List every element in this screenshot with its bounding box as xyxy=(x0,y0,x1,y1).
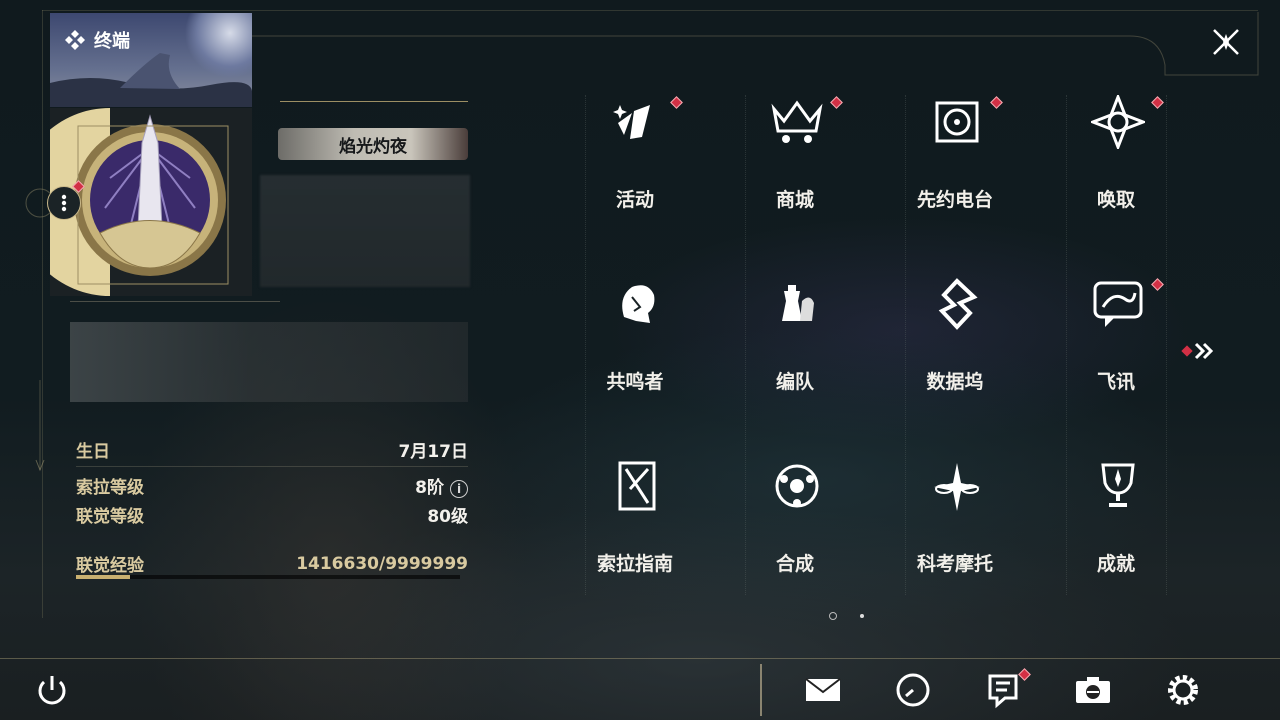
menu-item-label: 科考摩托 xyxy=(916,553,993,575)
power-icon[interactable] xyxy=(32,670,72,710)
menu-item-7[interactable]: 数据坞 xyxy=(880,262,1030,402)
grid-divider xyxy=(585,95,586,595)
title-badge-label: 焰光灼夜 xyxy=(339,136,407,157)
menu-item-1[interactable]: 活动 xyxy=(560,80,710,220)
settings-gear-icon[interactable] xyxy=(1163,670,1203,710)
stat-union-xp: 联觉经验 1416630/9999999 xyxy=(76,551,468,577)
motorcycle-icon xyxy=(934,463,980,511)
mail-icon[interactable] xyxy=(803,670,843,710)
menu-item-4[interactable]: 唤取 xyxy=(1041,80,1191,220)
camera-icon[interactable] xyxy=(1073,670,1113,710)
convene-icon xyxy=(1091,95,1145,149)
radio-icon xyxy=(935,101,979,143)
menu-item-label: 飞讯 xyxy=(1096,371,1135,393)
menu-item-9[interactable]: 索拉指南 xyxy=(560,444,710,584)
pager-dot-active[interactable] xyxy=(829,612,837,620)
trophy-icon xyxy=(1101,463,1135,507)
notification-badge xyxy=(990,96,1003,109)
stat-sol-rank: 索拉等级 8阶 i xyxy=(76,473,468,498)
stat-key: 联觉等级 xyxy=(76,507,144,527)
terminal-header: 终端 xyxy=(64,27,130,53)
menu-item-label: 活动 xyxy=(615,189,654,211)
stat-value-wrap: 8阶 i xyxy=(415,473,468,498)
stat-rule xyxy=(76,466,468,467)
name-divider xyxy=(280,101,468,102)
menu-item-label: 共鸣者 xyxy=(606,371,664,393)
menu-item-8[interactable]: 飞讯 xyxy=(1041,262,1191,402)
stat-key: 生日 xyxy=(76,442,110,462)
menu-item-3[interactable]: 先约电台 xyxy=(880,80,1030,220)
stat-value: 1416630/9999999 xyxy=(296,553,468,574)
stat-key: 联觉经验 xyxy=(76,556,144,576)
menu-item-label: 商城 xyxy=(775,189,814,211)
menu-item-2[interactable]: 商城 xyxy=(720,80,870,220)
profile-separator xyxy=(70,301,280,302)
window-title: 终端 xyxy=(94,31,130,52)
menu-item-label: 先约电台 xyxy=(916,189,993,211)
grid-divider xyxy=(745,95,746,595)
notification-badge xyxy=(1151,278,1164,291)
grid-divider xyxy=(905,95,906,595)
data-bank-icon xyxy=(938,278,978,330)
stat-value: 8阶 xyxy=(415,478,444,498)
menu-item-label: 数据坞 xyxy=(926,371,984,393)
guide-book-icon xyxy=(618,461,656,511)
menu-item-10[interactable]: 合成 xyxy=(720,444,870,584)
stat-key: 索拉等级 xyxy=(76,478,144,498)
more-dots-icon xyxy=(61,194,67,212)
close-icon[interactable] xyxy=(1210,26,1242,58)
stat-union-level: 联觉等级 80级 xyxy=(76,502,468,527)
pager-dot[interactable] xyxy=(860,614,864,618)
next-page-arrow-icon[interactable] xyxy=(1180,339,1220,363)
xp-progress-bar xyxy=(76,575,460,579)
info-icon[interactable]: i xyxy=(450,480,468,498)
menu-item-12[interactable]: 成就 xyxy=(1041,444,1191,584)
bottom-divider xyxy=(760,664,762,716)
stat-birthday: 生日 7月17日 xyxy=(76,437,468,462)
chess-team-icon xyxy=(782,285,814,321)
notification-badge xyxy=(670,96,683,109)
clock-icon[interactable] xyxy=(893,670,933,710)
menu-item-11[interactable]: 科考摩托 xyxy=(880,444,1030,584)
terminal-logo-icon xyxy=(65,30,85,50)
message-icon xyxy=(1093,281,1143,327)
stat-value: 80级 xyxy=(427,507,468,527)
menu-item-label: 索拉指南 xyxy=(596,553,673,575)
player-name-blurred xyxy=(260,175,470,287)
activity-icon xyxy=(613,105,650,139)
menu-item-label: 编队 xyxy=(775,371,814,393)
notification-badge xyxy=(1151,96,1164,109)
menu-item-label: 唤取 xyxy=(1096,189,1135,211)
grid-divider xyxy=(1066,95,1067,595)
notification-badge xyxy=(830,96,843,109)
shop-crown-icon xyxy=(771,100,823,143)
resonator-icon xyxy=(622,285,655,323)
menu-item-label: 成就 xyxy=(1096,553,1135,575)
signature-blurred xyxy=(70,322,468,402)
menu-item-6[interactable]: 编队 xyxy=(720,262,870,402)
menu-item-label: 合成 xyxy=(775,553,814,575)
menu-item-5[interactable]: 共鸣者 xyxy=(560,262,710,402)
grid-divider xyxy=(1166,95,1167,595)
stat-value: 7月17日 xyxy=(398,442,469,462)
synthesis-icon xyxy=(775,464,819,508)
notice-icon[interactable] xyxy=(983,670,1023,710)
xp-progress-fill xyxy=(76,575,131,579)
title-badge[interactable]: 焰光灼夜 xyxy=(278,128,468,160)
